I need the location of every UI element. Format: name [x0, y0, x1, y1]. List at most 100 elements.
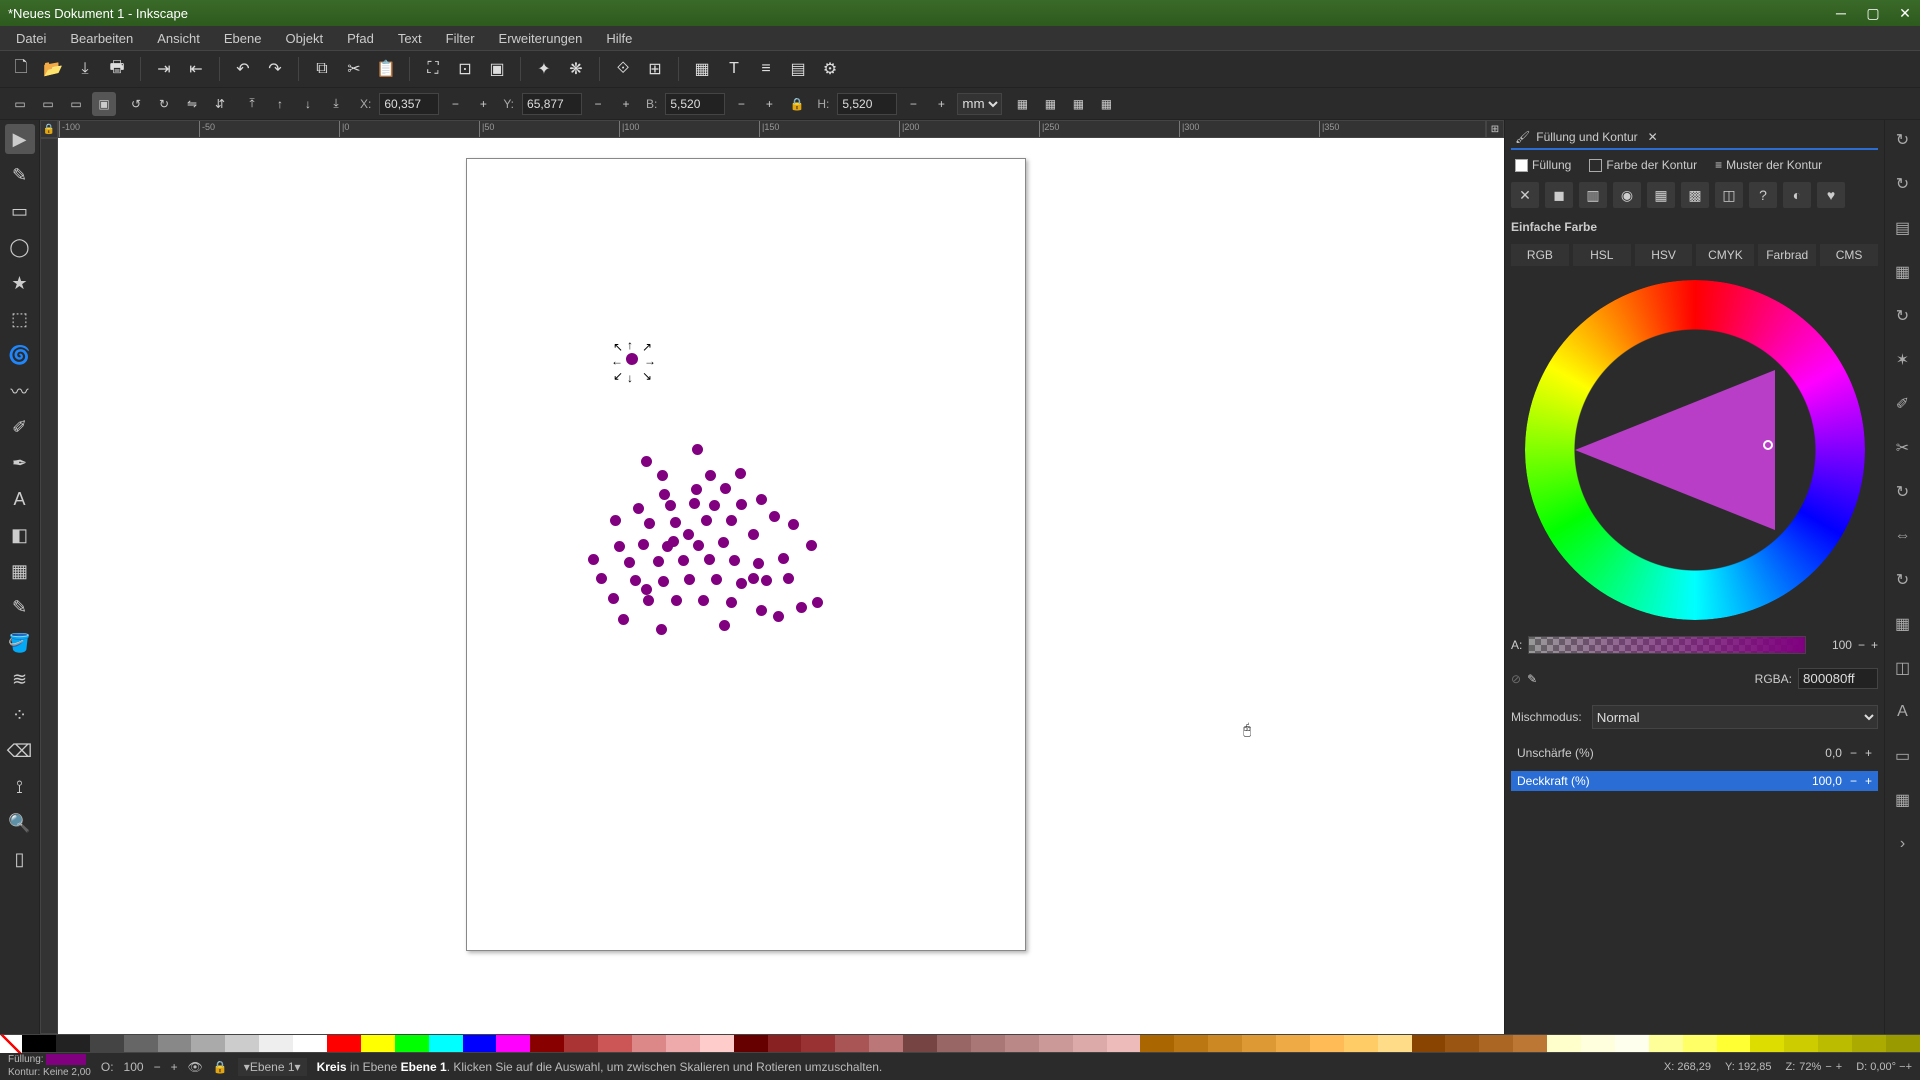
menu-text[interactable]: Text: [388, 29, 432, 48]
o-value[interactable]: 100: [124, 1060, 144, 1074]
edit-icon[interactable]: ✐: [1891, 392, 1915, 416]
no-paint-icon[interactable]: ✕: [1511, 182, 1539, 208]
xml-dialog-icon[interactable]: ≡: [753, 56, 779, 82]
minus-icon[interactable]: −: [1858, 638, 1865, 652]
palette-swatch[interactable]: [1818, 1035, 1852, 1053]
close-button[interactable]: ✕: [1898, 6, 1912, 20]
stroke-style-tab[interactable]: ≡Muster der Kontur: [1711, 156, 1826, 174]
palette-swatch[interactable]: [1750, 1035, 1784, 1053]
height-input[interactable]: [837, 93, 897, 115]
eyedropper-off-icon[interactable]: ⊘: [1511, 672, 1521, 686]
grid2-icon[interactable]: ▦: [1891, 788, 1915, 812]
palette-swatch[interactable]: [1107, 1035, 1141, 1053]
menu-hilfe[interactable]: Hilfe: [596, 29, 642, 48]
raise-top-icon[interactable]: ⤒: [240, 92, 264, 116]
flip-h-icon[interactable]: ⇋: [180, 92, 204, 116]
plus-icon[interactable]: +: [1865, 746, 1872, 760]
star-tool-icon[interactable]: ★: [5, 268, 35, 298]
palette-swatch[interactable]: [1005, 1035, 1039, 1053]
palette-swatch[interactable]: [361, 1035, 395, 1053]
lock-icon[interactable]: 🔒: [213, 1060, 228, 1074]
palette-swatch[interactable]: [869, 1035, 903, 1053]
plus-icon[interactable]: +: [1871, 638, 1878, 652]
rotate-ccw-icon[interactable]: ↺: [124, 92, 148, 116]
layer-selector[interactable]: ▾Ebene 1▾: [238, 1058, 307, 1076]
color-mode-rgb[interactable]: RGB: [1511, 244, 1569, 266]
plus-icon[interactable]: +: [171, 1060, 178, 1074]
fill-tab[interactable]: Füllung: [1511, 156, 1575, 174]
palette-swatch[interactable]: [1276, 1035, 1310, 1053]
y-minus-icon[interactable]: −: [586, 92, 610, 116]
radial-gradient-icon[interactable]: ◉: [1613, 182, 1641, 208]
palette-swatch[interactable]: [1140, 1035, 1174, 1053]
tweak-tool-icon[interactable]: ≋: [5, 664, 35, 694]
refresh-icon[interactable]: ↻: [1891, 568, 1915, 592]
palette-swatch[interactable]: [1073, 1035, 1107, 1053]
ungroup-icon[interactable]: ⊞: [642, 56, 668, 82]
panel-close-icon[interactable]: ✕: [1648, 130, 1658, 144]
palette-swatch[interactable]: [666, 1035, 700, 1053]
rect-icon[interactable]: ▭: [1891, 744, 1915, 768]
w-plus-icon[interactable]: +: [757, 92, 781, 116]
h-minus-icon[interactable]: −: [901, 92, 925, 116]
objects-icon[interactable]: ▦: [1891, 260, 1915, 284]
palette-swatch[interactable]: [429, 1035, 463, 1053]
selection-handles[interactable]: ↖↑↗ ←→ ↙↓↘: [613, 340, 651, 378]
minus-icon[interactable]: −: [1825, 1061, 1831, 1073]
clone-icon[interactable]: ❋: [563, 56, 589, 82]
maximize-button[interactable]: ▢: [1866, 6, 1880, 20]
pattern-fill-icon[interactable]: ▩: [1681, 182, 1709, 208]
palette-swatch[interactable]: [1479, 1035, 1513, 1053]
stroke-color-tab[interactable]: Farbe der Kontur: [1585, 156, 1701, 174]
minimize-button[interactable]: ─: [1834, 6, 1848, 20]
copy-icon[interactable]: ⧉: [309, 56, 335, 82]
minus-icon[interactable]: −: [1850, 746, 1857, 760]
palette-swatch[interactable]: [1852, 1035, 1886, 1053]
color-picker-marker[interactable]: [1763, 440, 1773, 450]
palette-swatch[interactable]: [1378, 1035, 1412, 1053]
alpha-slider[interactable]: [1528, 636, 1806, 654]
palette-swatch[interactable]: [530, 1035, 564, 1053]
transform-gradient-icon[interactable]: ▦: [1066, 92, 1090, 116]
visibility-icon[interactable]: 👁: [188, 1060, 203, 1074]
palette-swatch[interactable]: [90, 1035, 124, 1053]
transform-pattern-icon[interactable]: ▦: [1094, 92, 1118, 116]
snap-icon[interactable]: ◫: [1891, 656, 1915, 680]
rotation-value[interactable]: 0,00°: [1870, 1061, 1896, 1073]
layers-icon[interactable]: ▤: [1891, 216, 1915, 240]
h-plus-icon[interactable]: +: [929, 92, 953, 116]
gradient-tool-icon[interactable]: ◧: [5, 520, 35, 550]
palette-swatch[interactable]: [1445, 1035, 1479, 1053]
color-mode-cmyk[interactable]: CMYK: [1696, 244, 1754, 266]
menu-datei[interactable]: Datei: [6, 29, 56, 48]
paste-icon[interactable]: 📋: [373, 56, 399, 82]
opacity-value[interactable]: 100,0: [1812, 774, 1842, 788]
swatch-icon[interactable]: ◫: [1715, 182, 1743, 208]
palette-swatch[interactable]: [1208, 1035, 1242, 1053]
ruler-corner[interactable]: 🔒: [40, 120, 58, 138]
spiral-tool-icon[interactable]: 🌀: [5, 340, 35, 370]
color-mode-cms[interactable]: CMS: [1820, 244, 1878, 266]
calligraphy-tool-icon[interactable]: ✒: [5, 448, 35, 478]
palette-swatch[interactable]: [1581, 1035, 1615, 1053]
palette-swatch[interactable]: [835, 1035, 869, 1053]
palette-swatch[interactable]: [1649, 1035, 1683, 1053]
raise-icon[interactable]: ↑: [268, 92, 292, 116]
palette-swatch[interactable]: [598, 1035, 632, 1053]
palette-swatch[interactable]: [395, 1035, 429, 1053]
palette-swatch[interactable]: [1683, 1035, 1717, 1053]
plus-icon[interactable]: +: [1865, 774, 1872, 788]
linear-gradient-icon[interactable]: ▥: [1579, 182, 1607, 208]
no-color-swatch[interactable]: [0, 1035, 22, 1053]
cut-icon[interactable]: ✂: [341, 56, 367, 82]
drawing-canvas[interactable]: ↖↑↗ ←→ ↙↓↘ 🖰: [58, 138, 1504, 1034]
palette-swatch[interactable]: [1547, 1035, 1581, 1053]
minus-icon[interactable]: −: [154, 1060, 161, 1074]
palette-swatch[interactable]: [1174, 1035, 1208, 1053]
palette-swatch[interactable]: [1513, 1035, 1547, 1053]
y-input[interactable]: [522, 93, 582, 115]
print-icon[interactable]: 🖶: [104, 56, 130, 82]
palette-swatch[interactable]: [225, 1035, 259, 1053]
lower-bottom-icon[interactable]: ⤓: [324, 92, 348, 116]
palette-swatch[interactable]: [632, 1035, 666, 1053]
